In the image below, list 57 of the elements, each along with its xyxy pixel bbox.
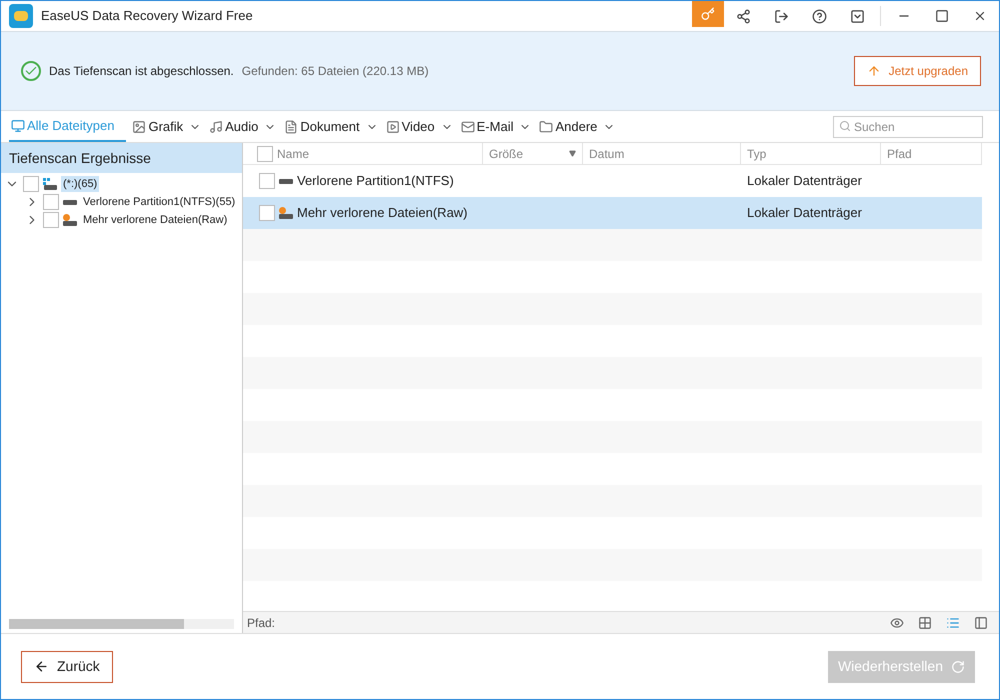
tree-item[interactable]: (*:)(65) (61, 176, 100, 192)
filter-tab[interactable]: Andere (537, 111, 618, 142)
share-icon[interactable] (736, 8, 750, 24)
checkbox[interactable] (257, 146, 273, 162)
all-icon (11, 118, 25, 132)
mail-icon (460, 120, 475, 134)
type-cell-text: Lokaler Datenträger (746, 172, 862, 190)
column-header[interactable]: Datum (583, 143, 741, 164)
filter-tab[interactable]: Grafik (130, 111, 204, 142)
table-row[interactable]: Mehr verlorene Dateien(Raw) Lokaler Datenträger (243, 197, 982, 229)
filter-tab[interactable]: Dokument (282, 111, 380, 142)
file-name: Verlorene Partition1(NTFS) (297, 172, 454, 190)
drive-icon (43, 178, 57, 190)
window-title: EaseUS Data Recovery Wizard Free (41, 7, 253, 26)
table-row[interactable]: Verlorene Partition1(NTFS) Lokaler Datenträger (243, 165, 982, 197)
document-icon (284, 120, 298, 134)
search-icon (839, 120, 851, 132)
column-header[interactable]: Größe (483, 143, 583, 164)
redo-icon (951, 660, 965, 674)
dropdown-icon[interactable] (850, 8, 864, 24)
close-icon[interactable] (973, 9, 987, 23)
horizontal-scrollbar[interactable] (9, 619, 234, 629)
type-cell-text: Lokaler Datenträger (746, 204, 862, 222)
help-icon[interactable] (812, 8, 826, 24)
filter-tab[interactable]: Video (384, 111, 455, 142)
search-field[interactable]: Suchen (833, 116, 983, 138)
maximize-icon[interactable] (935, 9, 949, 23)
filter-tab[interactable]: Audio (207, 111, 278, 142)
drive-icon (63, 214, 77, 226)
tree-item[interactable]: Verlorene Partition1(NTFS)(55) (81, 194, 238, 210)
column-header[interactable]: Name (243, 143, 483, 164)
file-name: Mehr verlorene Dateien(Raw) (297, 204, 468, 222)
app-logo-icon (9, 4, 33, 28)
found-summary: Gefunden: 65 Dateien (220.13 MB) (242, 63, 429, 80)
checkbox[interactable] (23, 176, 39, 192)
exit-icon[interactable] (774, 8, 788, 24)
folder-icon (539, 120, 554, 134)
success-icon (21, 61, 41, 81)
tree-item[interactable]: Mehr verlorene Dateien(Raw) (81, 212, 230, 228)
drive-icon (279, 178, 293, 184)
checkbox[interactable] (43, 194, 59, 210)
checkbox[interactable] (259, 205, 275, 221)
checkbox[interactable] (259, 173, 275, 189)
checkbox[interactable] (43, 212, 59, 228)
status-message: Das Tiefenscan ist abgeschlossen. (49, 63, 234, 80)
path-label: Pfad: (247, 614, 276, 632)
sidebar-header: Tiefenscan Ergebnisse (1, 143, 242, 173)
back-button[interactable]: Zurück (21, 650, 113, 682)
column-header[interactable]: Typ (741, 143, 881, 164)
drive-icon (63, 200, 77, 204)
image-icon (132, 120, 146, 134)
column-header[interactable]: Pfad (881, 143, 982, 164)
drive-icon (279, 207, 293, 219)
video-icon (386, 120, 400, 134)
audio-icon (209, 120, 224, 134)
filter-tab[interactable]: E-Mail (458, 111, 534, 142)
sort-icon (569, 150, 576, 157)
